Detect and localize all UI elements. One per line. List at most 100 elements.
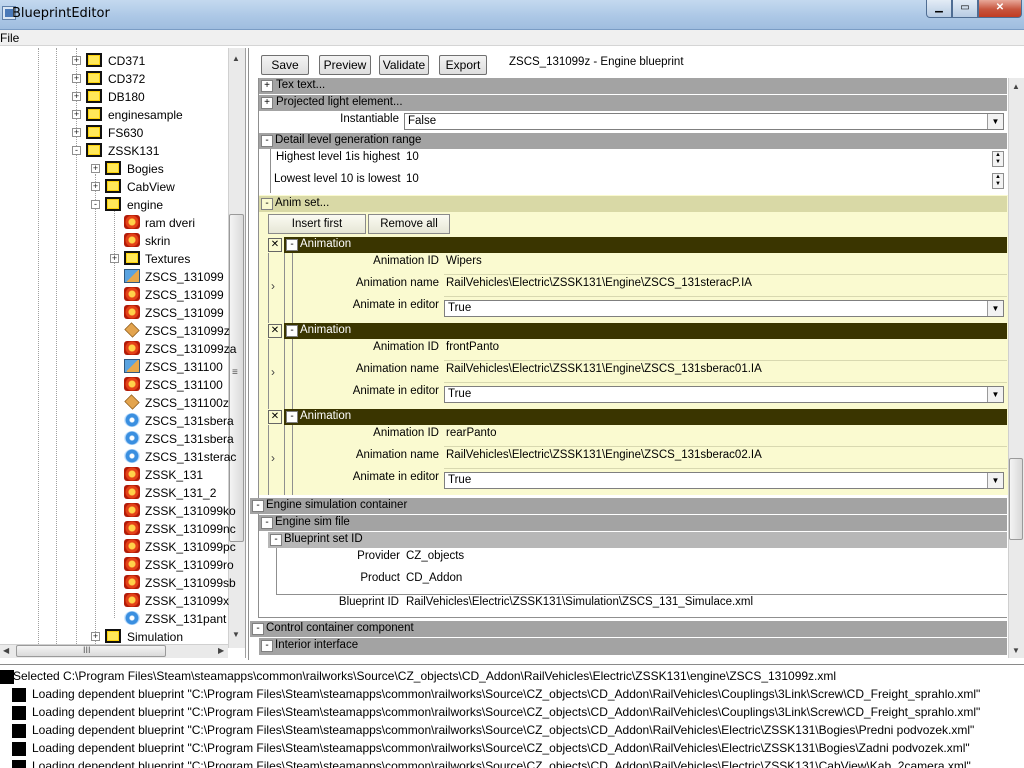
preview-button[interactable]: Preview	[319, 55, 371, 75]
tree-item[interactable]: + Simulation	[0, 628, 228, 646]
tree-item[interactable]: - ZSSK131	[0, 142, 228, 160]
chevron-down-icon[interactable]: ▼	[987, 387, 1003, 402]
expand-icon[interactable]: +	[91, 182, 100, 191]
expand-icon[interactable]: +	[72, 128, 81, 137]
instantiable-select[interactable]: False ▼	[404, 113, 1004, 130]
tree-item[interactable]: ZSSK_131pant	[0, 610, 228, 628]
chevron-down-icon[interactable]: ▼	[987, 114, 1003, 129]
minimize-button[interactable]: ▁	[926, 0, 952, 18]
tree-item[interactable]: ZSCS_131099	[0, 268, 228, 286]
collapse-icon[interactable]: -	[91, 200, 100, 209]
tree-item[interactable]: ZSCS_131sterac	[0, 448, 236, 466]
collapse-icon[interactable]: -	[286, 411, 298, 423]
lowest-level-spinner[interactable]: ▲ ▼	[992, 173, 1004, 189]
remove-all-button[interactable]: Remove all	[368, 214, 450, 234]
remove-animation-icon[interactable]: ✕	[268, 410, 282, 424]
animation-id-value[interactable]: Wipers	[446, 255, 482, 267]
collapse-icon[interactable]: -	[252, 500, 264, 512]
scroll-up-icon[interactable]: ▲	[1012, 82, 1020, 91]
tree-item[interactable]: + CD372	[0, 70, 228, 88]
tree-item[interactable]: + CD371	[0, 52, 228, 70]
lowest-level-value[interactable]: 10	[406, 173, 419, 185]
tree-item[interactable]: + Bogies	[0, 160, 228, 178]
animation-header[interactable]: - Animation	[284, 237, 1007, 253]
section-engine-sim-container[interactable]: - Engine simulation container	[250, 498, 1007, 514]
close-button[interactable]: ✕	[978, 0, 1022, 18]
animation-name-value[interactable]: RailVehicles\Electric\ZSSK131\Engine\ZSC…	[446, 363, 762, 375]
collapse-icon[interactable]: -	[270, 534, 282, 546]
maximize-button[interactable]: ▭	[952, 0, 978, 18]
expand-icon[interactable]: +	[72, 56, 81, 65]
tree-horizontal-scroll-thumb[interactable]: III	[16, 645, 166, 657]
chevron-right-icon[interactable]: ›	[271, 279, 275, 293]
animation-id-value[interactable]: frontPanto	[446, 341, 499, 353]
tree-item[interactable]: ZSCS_131099	[0, 286, 228, 304]
expand-icon[interactable]: +	[261, 97, 273, 109]
tree-item[interactable]: ZSSK_131099x	[0, 592, 229, 610]
expand-icon[interactable]: +	[72, 110, 81, 119]
section-tex-text[interactable]: + Tex text...	[259, 78, 1007, 94]
animation-name-value[interactable]: RailVehicles\Electric\ZSSK131\Engine\ZSC…	[446, 449, 762, 461]
tree-item[interactable]: ZSCS_131100z	[0, 394, 229, 412]
expand-icon[interactable]: +	[91, 164, 100, 173]
chevron-down-icon[interactable]: ▼	[987, 301, 1003, 316]
tree-item[interactable]: ZSCS_131099z	[0, 322, 230, 340]
scroll-down-icon[interactable]: ▼	[232, 630, 240, 639]
scroll-left-icon[interactable]: ◀	[3, 646, 9, 655]
tree-item[interactable]: ZSCS_131sbera	[0, 430, 234, 448]
scroll-down-icon[interactable]: ▼	[1012, 646, 1020, 655]
tree-item[interactable]: ZSSK_131099sb	[0, 574, 236, 592]
tree-item[interactable]: ram dveri	[0, 214, 228, 232]
collapse-icon[interactable]: -	[261, 198, 273, 210]
tree-item[interactable]: + FS630	[0, 124, 228, 142]
highest-level-value[interactable]: 10	[406, 151, 419, 163]
animate-in-editor-select[interactable]: True ▼	[444, 386, 1004, 403]
tree-item[interactable]: ZSCS_131099	[0, 304, 228, 322]
animate-in-editor-select[interactable]: True ▼	[444, 300, 1004, 317]
validate-button[interactable]: Validate	[379, 55, 429, 75]
tree-item[interactable]: + CabView	[0, 178, 228, 196]
tree-item[interactable]: + Textures	[0, 250, 228, 268]
blueprint-id-value[interactable]: RailVehicles\Electric\ZSSK131\Simulation…	[406, 596, 753, 608]
product-value[interactable]: CD_Addon	[406, 572, 462, 584]
save-button[interactable]: Save	[261, 55, 309, 75]
remove-animation-icon[interactable]: ✕	[268, 238, 282, 252]
collapse-icon[interactable]: -	[261, 517, 273, 529]
blueprint-tree[interactable]: ▲ ≡ ▼ ◀ III ▶ + CD371 + CD372 + DB180 + engines…	[0, 48, 246, 658]
tree-item[interactable]: ZSCS_131100	[0, 358, 228, 376]
collapse-icon[interactable]: -	[261, 640, 273, 652]
section-anim-set[interactable]: - Anim set...	[259, 196, 1007, 212]
animation-name-value[interactable]: RailVehicles\Electric\ZSSK131\Engine\ZSC…	[446, 277, 752, 289]
tree-item[interactable]: ZSSK_131099ro	[0, 556, 234, 574]
menu-file[interactable]: File	[0, 31, 19, 45]
tree-item[interactable]: - engine	[0, 196, 228, 214]
insert-first-button[interactable]: Insert first	[268, 214, 366, 234]
chevron-down-icon[interactable]: ▼	[987, 473, 1003, 488]
collapse-icon[interactable]: -	[286, 325, 298, 337]
section-interior-interface[interactable]: - Interior interface	[259, 638, 1007, 655]
section-blueprint-set-id[interactable]: - Blueprint set ID	[268, 532, 1007, 548]
chevron-right-icon[interactable]: ›	[271, 451, 275, 465]
expand-icon[interactable]: +	[110, 254, 119, 263]
remove-animation-icon[interactable]: ✕	[268, 324, 282, 338]
section-control-container[interactable]: - Control container component	[250, 621, 1007, 637]
collapse-icon[interactable]: -	[286, 239, 298, 251]
expand-icon[interactable]: +	[261, 80, 273, 92]
tree-item[interactable]: ZSCS_131sbera	[0, 412, 234, 430]
animation-header[interactable]: - Animation	[284, 409, 1007, 425]
tree-item[interactable]: ZSCS_131099za	[0, 340, 236, 358]
tree-item[interactable]: skrin	[0, 232, 228, 250]
editor-vertical-scrollbar[interactable]	[1008, 78, 1024, 658]
section-detail-level[interactable]: - Detail level generation range	[259, 133, 1007, 149]
highest-level-spinner[interactable]: ▲ ▼	[992, 151, 1004, 167]
section-projected-light[interactable]: + Projected light element...	[259, 95, 1007, 111]
collapse-icon[interactable]: -	[72, 146, 81, 155]
collapse-icon[interactable]: -	[252, 623, 264, 635]
section-engine-sim-file[interactable]: - Engine sim file	[259, 515, 1007, 531]
tree-item[interactable]: ZSSK_131099nc	[0, 520, 236, 538]
tree-vertical-scroll-thumb[interactable]: ≡	[229, 214, 244, 542]
expand-icon[interactable]: +	[72, 92, 81, 101]
tree-item[interactable]: ZSCS_131100	[0, 376, 228, 394]
tree-item[interactable]: ZSSK_131099pc	[0, 538, 236, 556]
chevron-right-icon[interactable]: ›	[271, 365, 275, 379]
